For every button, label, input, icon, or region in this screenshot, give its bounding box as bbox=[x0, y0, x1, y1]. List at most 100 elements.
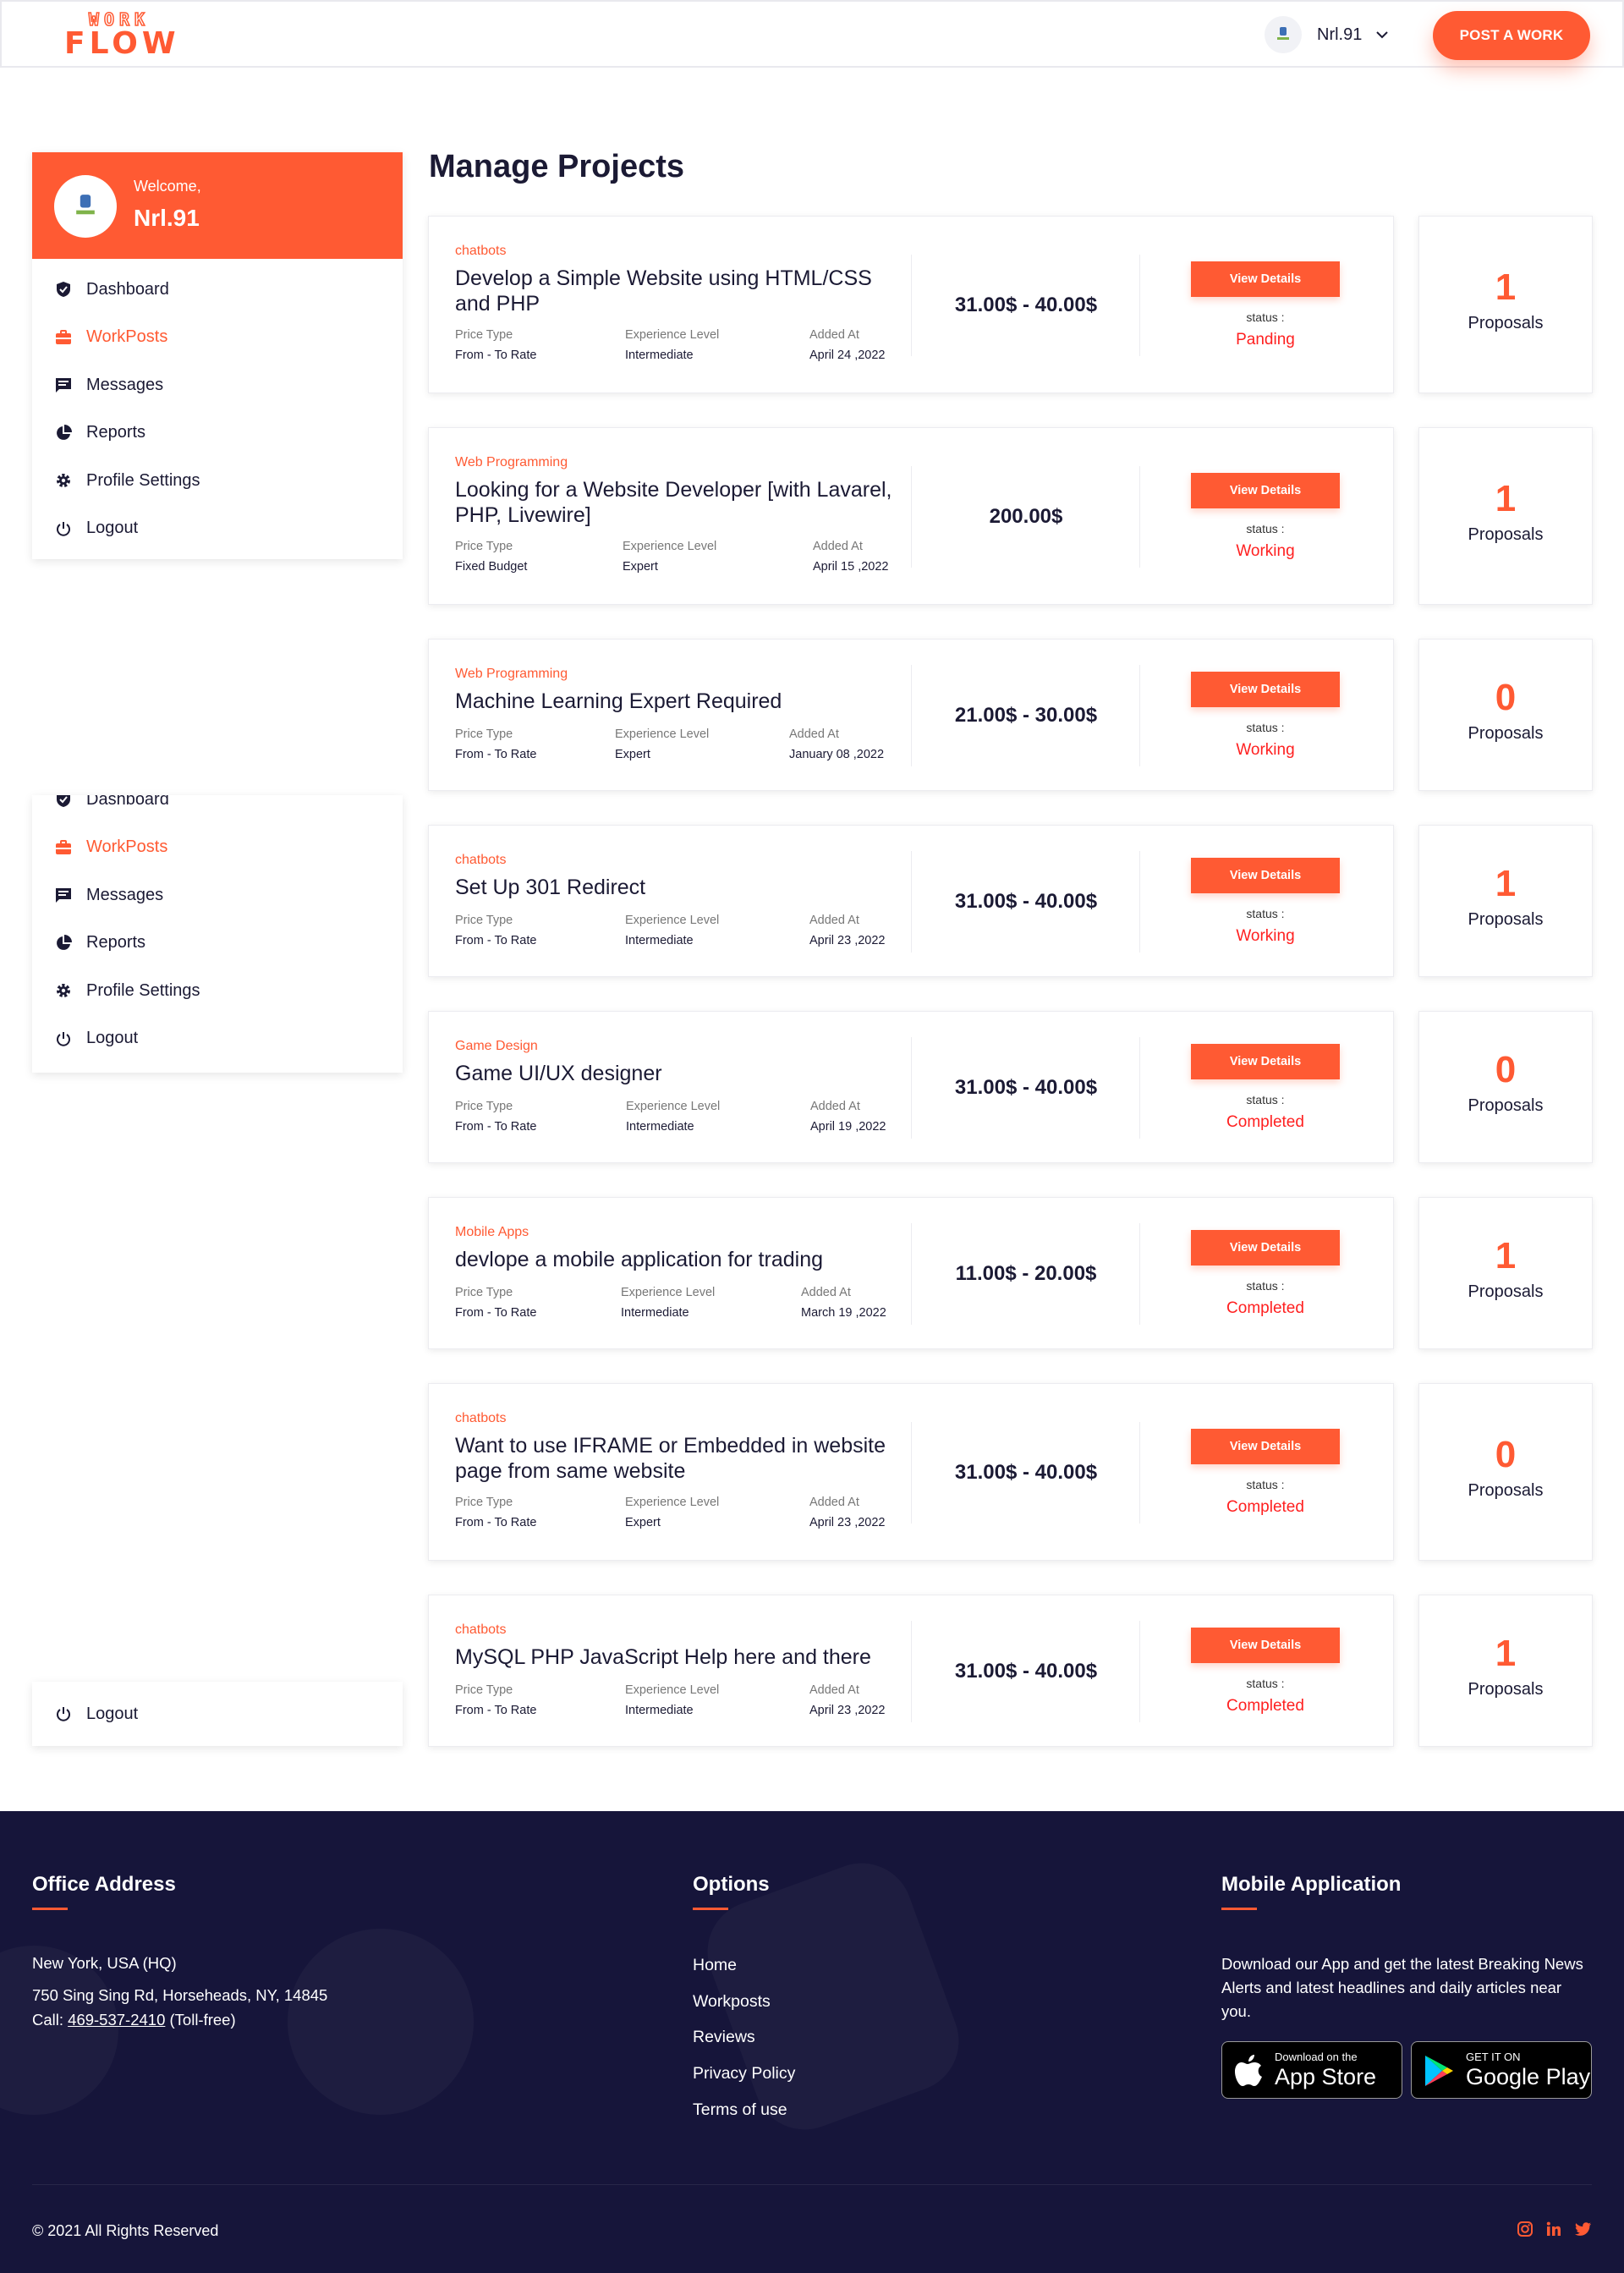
price-type-value: From - To Rate bbox=[455, 1704, 537, 1717]
project-card: chatbots MySQL PHP JavaScript Help here … bbox=[428, 1595, 1394, 1747]
project-title[interactable]: Develop a Simple Website using HTML/CSS … bbox=[455, 266, 912, 316]
status-label: status : bbox=[1246, 1279, 1285, 1293]
sidebar-item-label: Dashboard bbox=[86, 279, 169, 299]
chat-icon bbox=[54, 376, 73, 394]
experience-level-value: Intermediate bbox=[625, 349, 694, 362]
view-details-button[interactable]: View Details bbox=[1191, 1628, 1340, 1663]
project-title[interactable]: Want to use IFRAME or Embedded in websit… bbox=[455, 1433, 912, 1484]
office-line-2: 750 Sing Sing Rd, Horseheads, NY, 14845 bbox=[32, 1986, 328, 2004]
sidebar-item-reports[interactable]: Reports bbox=[32, 409, 403, 458]
sidebar-item-profile-settings[interactable]: Profile Settings bbox=[32, 967, 403, 1015]
project-title[interactable]: Looking for a Website Developer [with La… bbox=[455, 477, 912, 528]
view-details-button[interactable]: View Details bbox=[1191, 1044, 1340, 1079]
proposals-box[interactable]: 1 Proposals bbox=[1418, 1197, 1593, 1349]
experience-level-value: Intermediate bbox=[625, 1704, 694, 1717]
sidebar-item-messages[interactable]: Messages bbox=[32, 871, 403, 920]
sidebar-item-workposts[interactable]: WorkPosts bbox=[32, 314, 403, 362]
status-value: Working bbox=[1236, 542, 1295, 560]
sidebar-item-logout[interactable]: Logout bbox=[32, 1015, 403, 1063]
heading-underline bbox=[32, 1908, 68, 1910]
sidebar-item-profile-settings[interactable]: Profile Settings bbox=[32, 457, 403, 505]
view-details-button[interactable]: View Details bbox=[1191, 1429, 1340, 1464]
sidebar: Welcome, Nrl.91 Dashboard WorkPosts Mess… bbox=[32, 152, 403, 559]
footer-link-terms[interactable]: Terms of use bbox=[693, 2100, 787, 2120]
sidebar-item-logout[interactable]: Logout bbox=[32, 1690, 403, 1738]
proposals-box[interactable]: 0 Proposals bbox=[1418, 1011, 1593, 1163]
user-menu[interactable]: Nrl.91 bbox=[1265, 16, 1391, 53]
linkedin-icon[interactable] bbox=[1544, 2220, 1563, 2238]
status-label: status : bbox=[1246, 522, 1285, 535]
project-card: Web Programming Machine Learning Expert … bbox=[428, 639, 1394, 791]
experience-level-label: Experience Level bbox=[623, 540, 717, 553]
avatar-logo-icon bbox=[76, 195, 95, 215]
sidebar-item-label: Messages bbox=[86, 885, 164, 904]
twitter-icon[interactable] bbox=[1574, 2220, 1593, 2238]
project-title[interactable]: devlope a mobile application for trading bbox=[455, 1247, 912, 1272]
project-category: Game Design bbox=[455, 1039, 538, 1053]
proposals-count: 0 bbox=[1495, 677, 1517, 718]
google-play-button[interactable]: GET IT ON Google Play bbox=[1411, 2041, 1592, 2099]
phone-link[interactable]: 469-537-2410 bbox=[68, 2011, 165, 2029]
sidebar-item-label: Reports bbox=[86, 423, 146, 442]
sidebar-item-reports[interactable]: Reports bbox=[32, 920, 403, 968]
proposals-label: Proposals bbox=[1468, 1680, 1544, 1699]
view-details-button[interactable]: View Details bbox=[1191, 858, 1340, 893]
footer-link-home[interactable]: Home bbox=[693, 1956, 737, 1975]
sidebar-item-label: WorkPosts bbox=[86, 837, 168, 857]
gear-icon bbox=[54, 981, 73, 1000]
sidebar-item-label: Dashboard bbox=[86, 795, 169, 809]
view-details-button[interactable]: View Details bbox=[1191, 473, 1340, 508]
view-details-button[interactable]: View Details bbox=[1191, 261, 1340, 297]
sidebar-item-label: Profile Settings bbox=[86, 980, 200, 1000]
view-details-button[interactable]: View Details bbox=[1191, 672, 1340, 707]
project-title[interactable]: Game UI/UX designer bbox=[455, 1061, 912, 1086]
pie-chart-icon bbox=[54, 424, 73, 442]
project-category: chatbots bbox=[455, 1622, 507, 1637]
added-at-value: April 24 ,2022 bbox=[809, 349, 886, 362]
status-label: status : bbox=[1246, 1478, 1285, 1491]
footer-link-privacy-policy[interactable]: Privacy Policy bbox=[693, 2064, 795, 2084]
sidebar-item-dashboard[interactable]: Dashboard bbox=[32, 795, 403, 824]
project-title[interactable]: Set Up 301 Redirect bbox=[455, 875, 912, 900]
app-store-button[interactable]: Download on the App Store bbox=[1221, 2041, 1402, 2099]
copyright: © 2021 All Rights Reserved bbox=[32, 2222, 219, 2239]
experience-level-value: Intermediate bbox=[625, 934, 694, 947]
sidebar-item-workposts[interactable]: WorkPosts bbox=[32, 824, 403, 872]
footer-link-reviews[interactable]: Reviews bbox=[693, 2028, 755, 2047]
heading-underline bbox=[693, 1908, 728, 1910]
shield-check-icon bbox=[54, 795, 73, 809]
call-suffix: (Toll-free) bbox=[165, 2011, 236, 2029]
proposals-box[interactable]: 0 Proposals bbox=[1418, 1383, 1593, 1561]
experience-level-label: Experience Level bbox=[625, 914, 720, 927]
top-header: WORK FLOW Nrl.91 POST A WORK bbox=[0, 0, 1624, 68]
view-details-button[interactable]: View Details bbox=[1191, 1230, 1340, 1266]
office-call: Call: 469-537-2410 (Toll-free) bbox=[32, 2011, 236, 2029]
proposals-box[interactable]: 1 Proposals bbox=[1418, 427, 1593, 605]
status-label: status : bbox=[1246, 907, 1285, 920]
proposals-box[interactable]: 0 Proposals bbox=[1418, 639, 1593, 791]
status-label: status : bbox=[1246, 1677, 1285, 1690]
added-at-value: April 23 ,2022 bbox=[809, 1704, 886, 1717]
sidebar-item-messages[interactable]: Messages bbox=[32, 361, 403, 409]
status-label: status : bbox=[1246, 310, 1285, 324]
post-a-work-button[interactable]: POST A WORK bbox=[1433, 11, 1590, 60]
proposals-box[interactable]: 1 Proposals bbox=[1418, 1595, 1593, 1747]
proposals-box[interactable]: 1 Proposals bbox=[1418, 825, 1593, 977]
project-title[interactable]: MySQL PHP JavaScript Help here and there bbox=[455, 1644, 912, 1670]
app-store-big-text: App Store bbox=[1275, 2064, 1377, 2089]
proposals-box[interactable]: 1 Proposals bbox=[1418, 216, 1593, 393]
footer-link-workposts[interactable]: Workposts bbox=[693, 1992, 771, 2012]
workflow-logo[interactable]: WORK FLOW bbox=[64, 9, 176, 61]
proposals-count: 1 bbox=[1495, 1235, 1517, 1277]
sidebar-item-dashboard[interactable]: Dashboard bbox=[32, 266, 403, 314]
proposals-label: Proposals bbox=[1468, 1481, 1544, 1500]
welcome-label: Welcome, bbox=[134, 178, 201, 195]
status-value: Completed bbox=[1226, 1299, 1304, 1317]
price-type-label: Price Type bbox=[455, 914, 513, 927]
instagram-icon[interactable] bbox=[1516, 2220, 1534, 2238]
price-type-label: Price Type bbox=[455, 328, 513, 342]
sidebar-sticky-copy: Dashboard WorkPosts Messages Reports Pro… bbox=[32, 795, 403, 1073]
sidebar-item-logout[interactable]: Logout bbox=[32, 505, 403, 553]
briefcase-icon bbox=[54, 838, 73, 857]
project-title[interactable]: Machine Learning Expert Required bbox=[455, 689, 912, 714]
